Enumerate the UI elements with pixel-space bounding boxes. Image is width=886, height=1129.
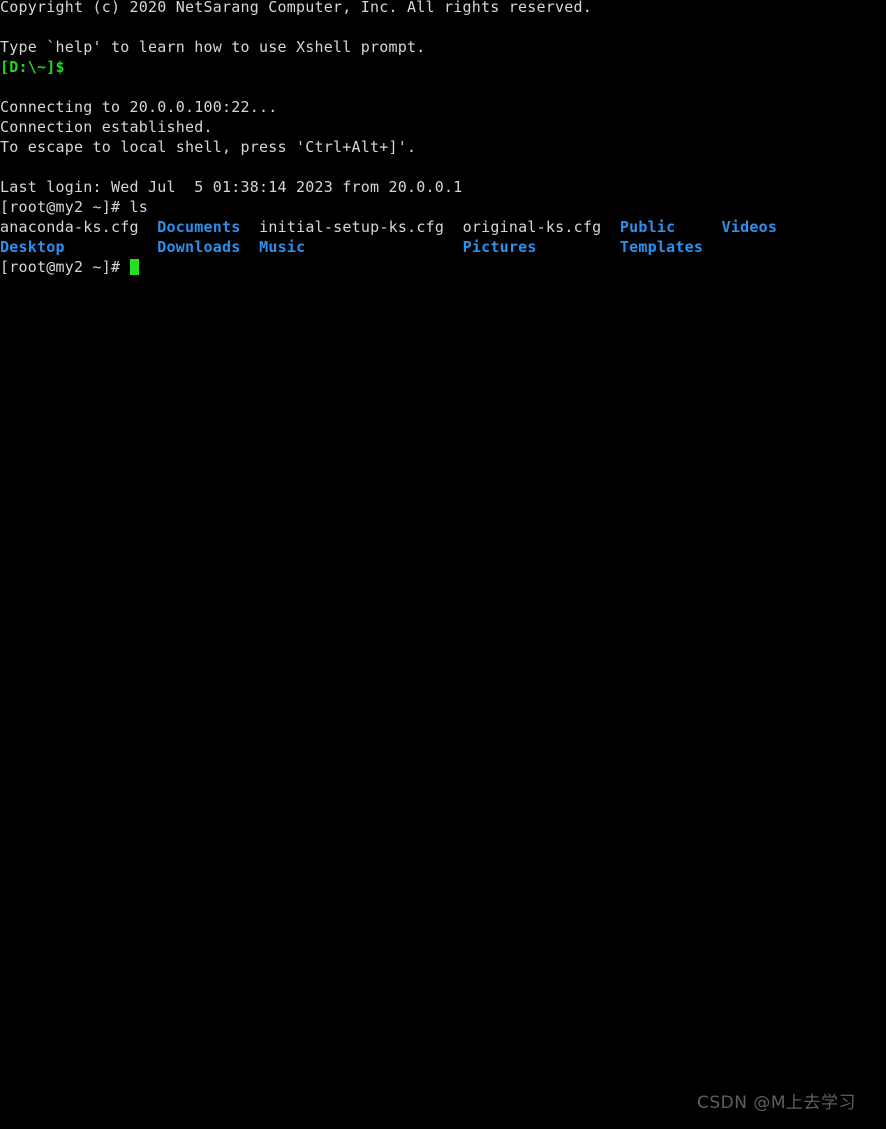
terminal-text-segment: anaconda-ks.cfg (0, 218, 139, 236)
terminal-text-segment: Pictures (462, 238, 537, 256)
line-local-prompt: [D:\~]$ (0, 57, 886, 77)
line-blank-2 (0, 77, 886, 97)
terminal-text-segment: Connection established. (0, 118, 213, 136)
terminal-text-segment: [root@my2 ~]# (0, 258, 130, 276)
line-last-login: Last login: Wed Jul 5 01:38:14 2023 from… (0, 177, 886, 197)
line-ls-output-row-2: Desktop Downloads Music Pictures Templat… (0, 237, 886, 257)
terminal-text-segment: Documents (157, 218, 241, 236)
terminal-text-segment: Desktop (0, 238, 65, 256)
line-escape-hint: To escape to local shell, press 'Ctrl+Al… (0, 137, 886, 157)
line-connecting: Connecting to 20.0.0.100:22... (0, 97, 886, 117)
terminal-text-segment: original-ks.cfg (462, 218, 602, 236)
line-copyright: Copyright (c) 2020 NetSarang Computer, I… (0, 0, 886, 17)
terminal-text-segment: Copyright (c) 2020 NetSarang Computer, I… (0, 0, 593, 16)
terminal-text-segment: Last login: Wed Jul 5 01:38:14 2023 from… (0, 178, 463, 196)
terminal-text-segment: Videos (721, 218, 778, 236)
terminal-output: Copyright (c) 2020 NetSarang Computer, I… (0, 0, 886, 277)
terminal-screen[interactable]: Copyright (c) 2020 NetSarang Computer, I… (0, 0, 886, 1129)
terminal-text-segment: [D:\~]$ (0, 58, 65, 76)
line-connection-established: Connection established. (0, 117, 886, 137)
terminal-text-segment: [root@my2 ~]# ls (0, 198, 149, 216)
line-ls-output-row-1: anaconda-ks.cfg Documents initial-setup-… (0, 217, 886, 237)
watermark: CSDN @M上去学习 (696, 1093, 856, 1113)
terminal-text-segment: initial-setup-ks.cfg (259, 218, 445, 236)
terminal-text-segment: Templates (619, 238, 704, 256)
line-blank-3 (0, 157, 886, 177)
line-prompt-cursor: [root@my2 ~]# (0, 257, 886, 277)
terminal-text-segment: Public (619, 218, 676, 236)
terminal-text-segment: Connecting to 20.0.0.100:22... (0, 98, 278, 116)
terminal-text-segment: To escape to local shell, press 'Ctrl+Al… (0, 138, 417, 156)
line-help-hint: Type `help' to learn how to use Xshell p… (0, 37, 886, 57)
terminal-text-segment: Type `help' to learn how to use Xshell p… (0, 38, 426, 56)
terminal-text-segment: Music (259, 238, 306, 256)
text-cursor (129, 259, 139, 275)
line-blank-1 (0, 17, 886, 37)
terminal-text-segment: Downloads (157, 238, 241, 256)
line-command-ls: [root@my2 ~]# ls (0, 197, 886, 217)
